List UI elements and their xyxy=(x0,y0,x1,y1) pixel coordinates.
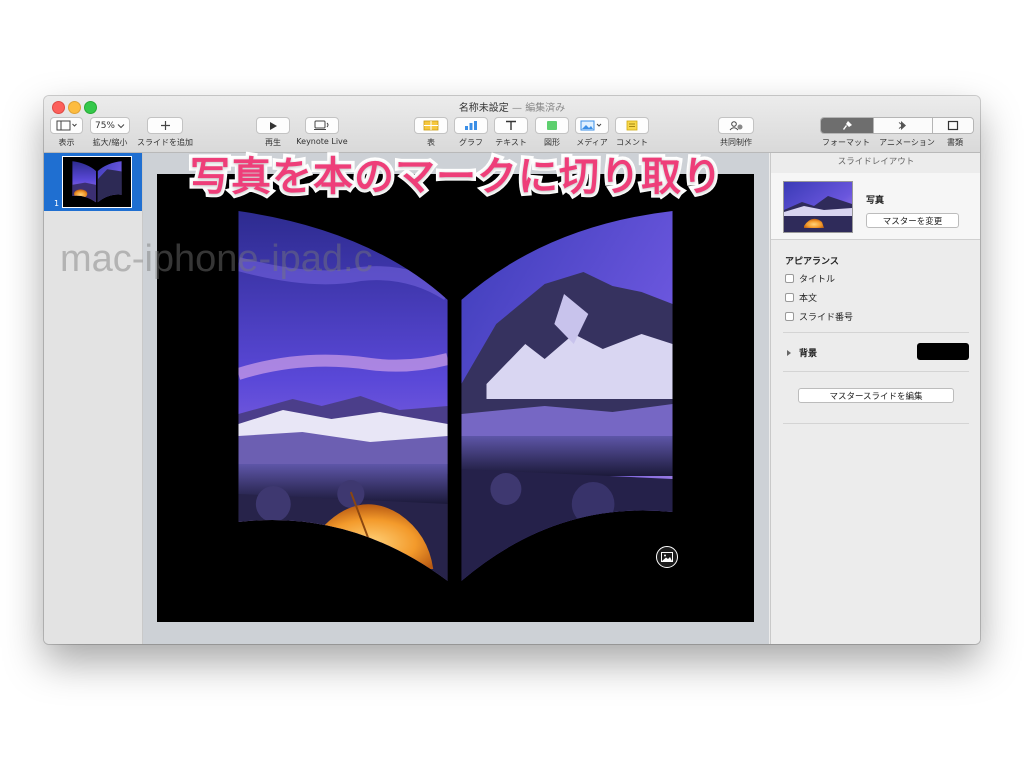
text-icon xyxy=(506,120,516,130)
comment-button[interactable] xyxy=(615,117,649,134)
animate-tab[interactable] xyxy=(873,118,933,133)
play-icon xyxy=(270,121,277,130)
animate-label: アニメーション xyxy=(879,138,935,147)
slide-thumbnail[interactable] xyxy=(62,156,132,208)
document-tab[interactable] xyxy=(932,118,973,133)
keynote-live-icon xyxy=(314,120,329,130)
format-tab[interactable] xyxy=(821,118,874,133)
animate-icon xyxy=(898,121,906,130)
slide-number-checkbox-row[interactable]: スライド番号 xyxy=(785,310,853,323)
slide-number-checkbox[interactable] xyxy=(785,312,794,321)
play-button[interactable] xyxy=(256,117,290,134)
edit-master-slide-button[interactable]: マスタースライドを編集 xyxy=(798,388,954,403)
title-checkbox-row[interactable]: タイトル xyxy=(785,272,835,285)
shape-icon xyxy=(547,121,557,130)
window-title: 名称未設定 — 編集済み xyxy=(44,99,980,114)
format-label: フォーマット xyxy=(822,138,870,147)
document-name: 名称未設定 xyxy=(458,103,509,114)
add-slide-label: スライドを追加 xyxy=(137,138,193,147)
view-button[interactable] xyxy=(50,117,83,134)
image-icon xyxy=(661,552,673,562)
plus-icon xyxy=(160,121,170,130)
master-section: 写真 マスターを変更 xyxy=(771,173,980,240)
media-placeholder-button[interactable] xyxy=(656,546,678,568)
text-button[interactable] xyxy=(494,117,528,134)
collaborate-button[interactable] xyxy=(718,117,754,134)
inspector-header: スライドレイアウト xyxy=(771,153,980,174)
master-thumbnail-image xyxy=(784,182,852,232)
chart-icon xyxy=(465,121,477,130)
format-inspector: スライドレイアウト 写真 マスターを変更 アピアランス タイトル 本文 スライド… xyxy=(770,153,980,644)
paintbrush-icon xyxy=(843,121,853,130)
keynote-live-button[interactable] xyxy=(305,117,339,134)
table-icon xyxy=(423,120,439,131)
edited-status: 編集済み xyxy=(525,103,566,114)
comment-icon xyxy=(626,120,638,131)
zoom-label: 拡大/縮小 xyxy=(92,138,128,147)
collaborate-icon xyxy=(729,121,743,131)
add-slide-button[interactable] xyxy=(147,117,183,134)
view-icon xyxy=(56,120,77,131)
table-button[interactable] xyxy=(414,117,448,134)
media-icon xyxy=(580,120,602,131)
thumbnail-image xyxy=(63,157,131,207)
slide-thumbnail-selected[interactable]: 1 xyxy=(44,153,142,211)
divider xyxy=(783,332,969,333)
master-thumbnail[interactable] xyxy=(783,181,853,233)
disclosure-triangle-icon xyxy=(787,349,791,356)
headline-overlay: 写真を本のマークに切り取り xyxy=(187,151,726,204)
title-checkbox-label: タイトル xyxy=(799,275,836,285)
background-disclosure[interactable]: 背景 xyxy=(785,346,817,359)
inspector-tabs xyxy=(820,117,974,134)
master-name: 写真 xyxy=(866,196,885,206)
title-checkbox[interactable] xyxy=(785,274,794,283)
chevron-down-icon xyxy=(117,123,125,128)
book-right-page xyxy=(461,211,673,581)
view-label: 表示 xyxy=(58,138,75,147)
body-checkbox[interactable] xyxy=(785,293,794,302)
watermark: mac-iphone-ipad.c xyxy=(60,238,373,280)
slide-canvas xyxy=(143,153,769,644)
shape-button[interactable] xyxy=(535,117,569,134)
body-checkbox-label: 本文 xyxy=(799,294,818,304)
slide-number-checkbox-label: スライド番号 xyxy=(799,313,854,323)
zoom-menu[interactable]: 75% xyxy=(90,117,130,134)
slide-number: 1 xyxy=(54,199,60,208)
background-color-well[interactable] xyxy=(917,343,969,360)
background-label: 背景 xyxy=(799,349,818,359)
title-separator: — xyxy=(512,103,522,114)
document-label: 書類 xyxy=(947,138,963,147)
slide-navigator: 1 xyxy=(44,153,143,644)
media-button[interactable] xyxy=(575,117,609,134)
document-icon xyxy=(947,120,958,131)
chart-button[interactable] xyxy=(454,117,488,134)
appearance-title: アピアランス xyxy=(785,257,839,267)
zoom-value: 75% xyxy=(94,120,115,131)
divider xyxy=(783,423,969,424)
body-checkbox-row[interactable]: 本文 xyxy=(785,291,817,304)
change-master-button[interactable]: マスターを変更 xyxy=(866,213,959,228)
divider xyxy=(783,371,969,372)
